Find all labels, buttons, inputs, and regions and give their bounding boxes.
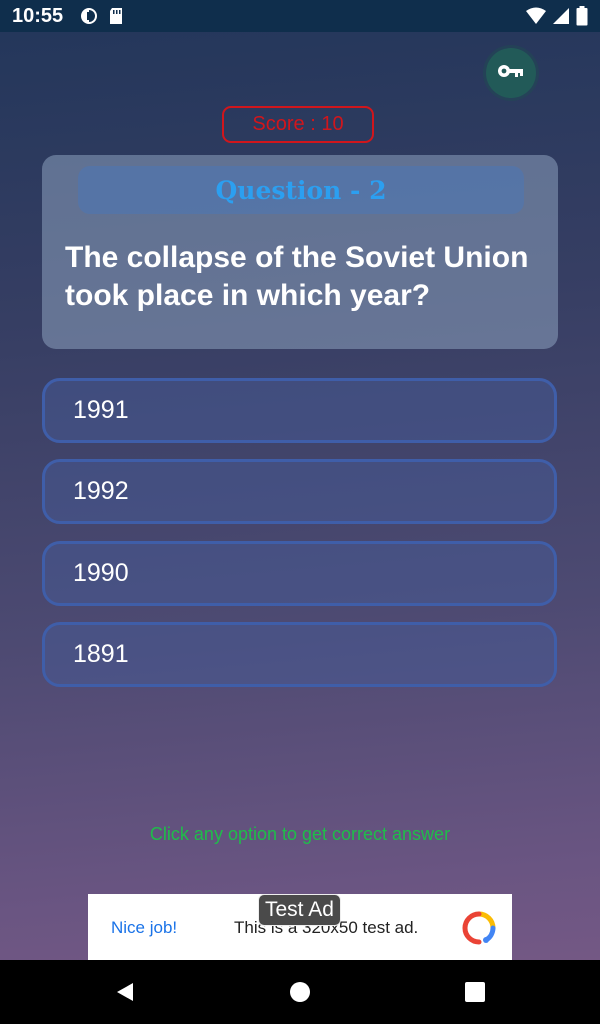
home-icon[interactable] [288,980,312,1004]
key-icon [497,63,525,84]
status-bar: 10:55 [0,0,600,32]
ad-network-logo-icon [462,911,496,950]
back-icon[interactable] [113,980,137,1004]
test-ad-badge: Test Ad [258,894,341,926]
option-button-1[interactable]: 1991 [42,378,557,443]
status-time: 10:55 [12,5,64,27]
hint-text: Click any option to get correct answer [149,824,451,844]
option-button-2[interactable]: 1992 [42,459,557,524]
signal-icon [552,7,570,30]
wifi-icon [526,7,546,30]
ad-cta[interactable]: Nice job! [111,918,177,938]
sd-card-icon [108,7,124,30]
question-text: The collapse of the Soviet Union took pl… [65,241,529,312]
navigation-bar [0,960,600,1024]
option-button-3[interactable]: 1990 [42,541,557,606]
score-badge: Score : 10 [222,106,374,143]
question-number: Question - 2 [215,175,387,205]
status-notification-icons [80,7,124,30]
data-saver-icon [80,7,98,30]
battery-icon [576,6,588,31]
question-card: Question - 2 The collapse of the Soviet … [42,155,558,349]
recents-icon[interactable] [463,980,487,1004]
option-button-4[interactable]: 1891 [42,622,557,687]
status-system-icons [526,6,588,31]
question-number-box: Question - 2 [78,166,524,214]
key-button[interactable] [486,48,536,98]
